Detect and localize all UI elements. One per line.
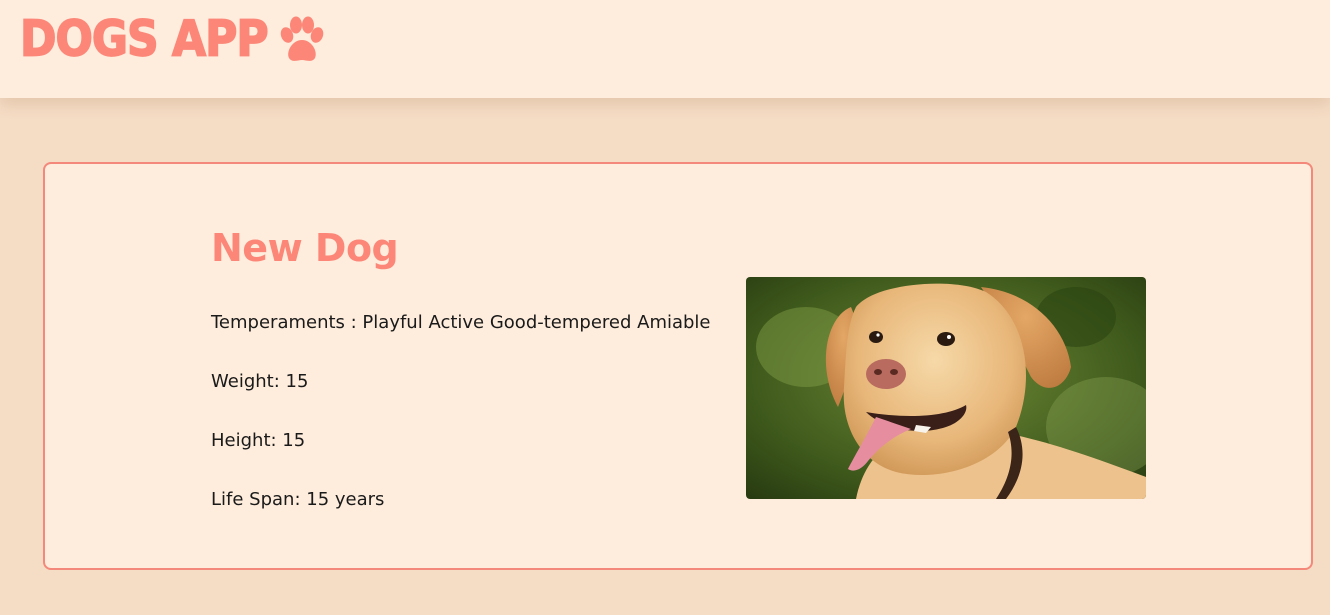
- logo-link[interactable]: DOGS APP: [19, 10, 324, 68]
- dog-photo: [746, 277, 1146, 499]
- dog-weight: Weight: 15: [211, 371, 309, 392]
- navbar: DOGS APP: [0, 0, 1330, 98]
- logo-text: DOGS APP: [19, 10, 269, 68]
- dog-temperaments: Temperaments : Playful Active Good-tempe…: [211, 312, 711, 333]
- dog-life-span: Life Span: 15 years: [211, 489, 385, 510]
- paw-icon: [280, 16, 323, 61]
- dog-height: Height: 15: [211, 430, 306, 451]
- dog-name: New Dog: [211, 226, 399, 270]
- dog-detail-card: New Dog Temperaments : Playful Active Go…: [43, 162, 1313, 570]
